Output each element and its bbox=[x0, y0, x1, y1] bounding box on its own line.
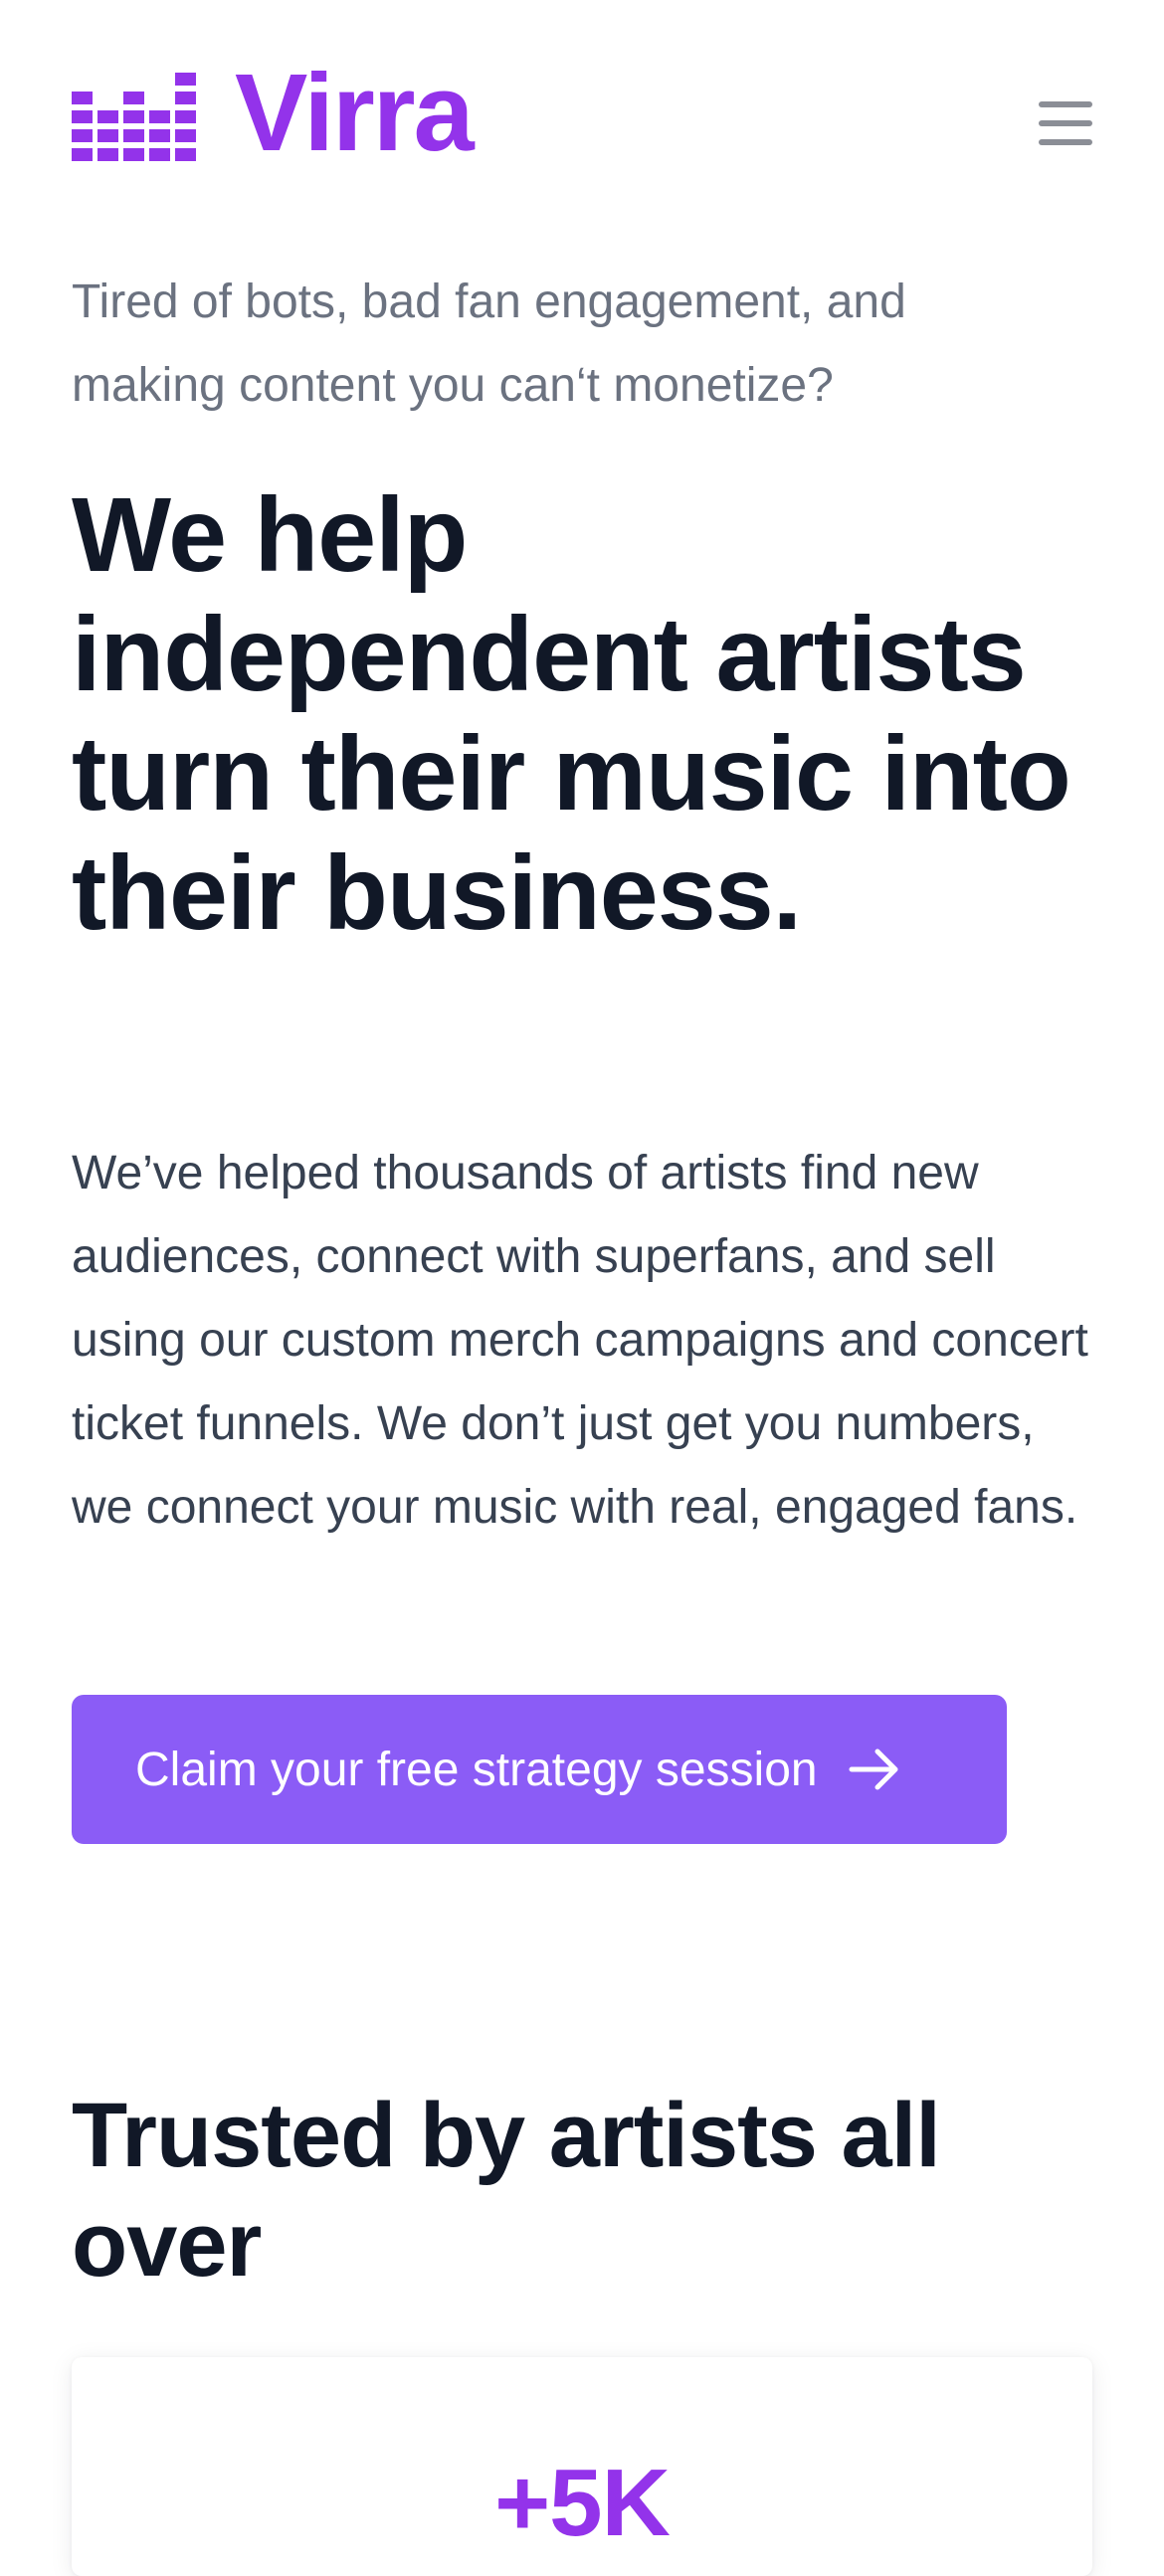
cta-label: Claim your free strategy session bbox=[135, 1743, 818, 1796]
hamburger-menu-icon[interactable] bbox=[1039, 101, 1092, 145]
trusted-section-title: Trusted by artists all over bbox=[72, 2085, 941, 2296]
landing-page: Virra Tired of bots, bad fan engagement,… bbox=[0, 0, 1164, 2576]
arrow-right-icon bbox=[849, 1748, 898, 1790]
stat-card: +5K bbox=[72, 2357, 1092, 2576]
brand-name: Virra bbox=[235, 52, 475, 174]
menu-line bbox=[1039, 101, 1092, 107]
equalizer-bars-icon bbox=[72, 73, 196, 161]
hero-eyebrow: Tired of bots, bad fan engagement, and m… bbox=[72, 276, 906, 412]
hero-headline: We help independent artists turn their m… bbox=[72, 476, 1071, 952]
hero-lead-text: We’ve helped thousands of artists find n… bbox=[72, 1147, 1088, 1534]
stat-value: +5K bbox=[494, 2450, 671, 2556]
menu-line bbox=[1039, 120, 1092, 126]
site-header: Virra bbox=[72, 54, 1092, 173]
claim-strategy-session-button[interactable]: Claim your free strategy session bbox=[72, 1695, 1007, 1844]
menu-line bbox=[1039, 139, 1092, 145]
